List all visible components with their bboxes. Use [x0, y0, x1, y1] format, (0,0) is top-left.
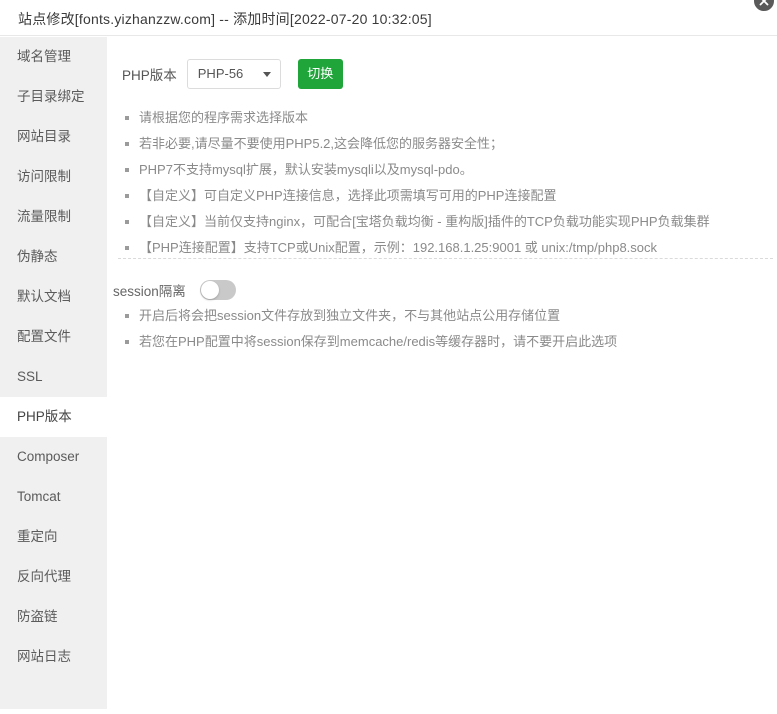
php-version-tips-list: 请根据您的程序需求选择版本 若非必要,请尽量不要使用PHP5.2,这会降低您的服…: [115, 105, 710, 261]
sidebar-item-php-version[interactable]: PHP版本: [0, 397, 107, 437]
php-version-label: PHP版本: [122, 68, 177, 83]
session-isolation-label: session隔离: [113, 284, 186, 299]
sidebar-item-config-file[interactable]: 配置文件: [0, 317, 107, 357]
sidebar-item-site-directory[interactable]: 网站目录: [0, 117, 107, 157]
chevron-down-icon: [262, 72, 271, 77]
list-item: 若您在PHP配置中将session保存到memcache/redis等缓存器时，…: [124, 329, 617, 355]
sidebar-item-access-restriction[interactable]: 访问限制: [0, 157, 107, 197]
dialog-body: 域名管理 子目录绑定 网站目录 访问限制 流量限制 伪静态 默认文档 配置文件 …: [0, 37, 777, 714]
sidebar-item-domain-management[interactable]: 域名管理: [0, 37, 107, 77]
dialog-header: 站点修改[fonts.yizhanzzw.com] -- 添加时间[2022-0…: [0, 0, 777, 36]
sidebar-item-redirect[interactable]: 重定向: [0, 517, 107, 557]
sidebar-item-composer[interactable]: Composer: [0, 437, 107, 477]
list-item: 请根据您的程序需求选择版本: [125, 105, 710, 131]
dialog-title: 站点修改[fonts.yizhanzzw.com] -- 添加时间[2022-0…: [18, 11, 432, 27]
sidebar-item-ssl[interactable]: SSL: [0, 357, 107, 397]
list-item: 【自定义】当前仅支持nginx，可配合[宝塔负载均衡 - 重构版]插件的TCP负…: [125, 209, 710, 235]
session-isolation-tips-list: 开启后将会把session文件存放到独立文件夹，不与其他站点公用存储位置 若您在…: [115, 303, 617, 355]
close-icon[interactable]: [752, 0, 776, 13]
switch-button[interactable]: 切换: [297, 59, 343, 89]
sidebar-item-default-document[interactable]: 默认文档: [0, 277, 107, 317]
sidebar-item-rewrite[interactable]: 伪静态: [0, 237, 107, 277]
sidebar-item-tomcat[interactable]: Tomcat: [0, 477, 107, 517]
php-version-select[interactable]: PHP-56: [186, 59, 281, 89]
list-item: 若非必要,请尽量不要使用PHP5.2,这会降低您的服务器安全性；: [125, 131, 710, 157]
session-isolation-row: session隔离: [113, 280, 236, 300]
sidebar-item-site-logs[interactable]: 网站日志: [0, 637, 107, 677]
list-item: PHP7不支持mysql扩展，默认安装mysqli以及mysql-pdo。: [125, 157, 710, 183]
list-item: 【自定义】可自定义PHP连接信息，选择此项需填写可用的PHP连接配置: [125, 183, 710, 209]
list-item: 开启后将会把session文件存放到独立文件夹，不与其他站点公用存储位置: [124, 303, 617, 329]
toggle-knob: [200, 281, 219, 299]
sidebar-item-anti-leech[interactable]: 防盗链: [0, 597, 107, 637]
sidebar-item-traffic-limit[interactable]: 流量限制: [0, 197, 107, 237]
php-version-panel: PHP版本 PHP-56 切换 请根据您的程序需求选择版本 若非必要,请尽量不要…: [107, 37, 777, 714]
session-isolation-toggle[interactable]: [199, 280, 236, 300]
section-divider: [118, 258, 773, 259]
settings-sidebar: 域名管理 子目录绑定 网站目录 访问限制 流量限制 伪静态 默认文档 配置文件 …: [0, 37, 107, 709]
php-version-row: PHP版本 PHP-56 切换: [122, 59, 343, 89]
sidebar-item-subdirectory-binding[interactable]: 子目录绑定: [0, 77, 107, 117]
sidebar-item-reverse-proxy[interactable]: 反向代理: [0, 557, 107, 597]
php-version-selected-value: PHP-56: [197, 66, 244, 81]
